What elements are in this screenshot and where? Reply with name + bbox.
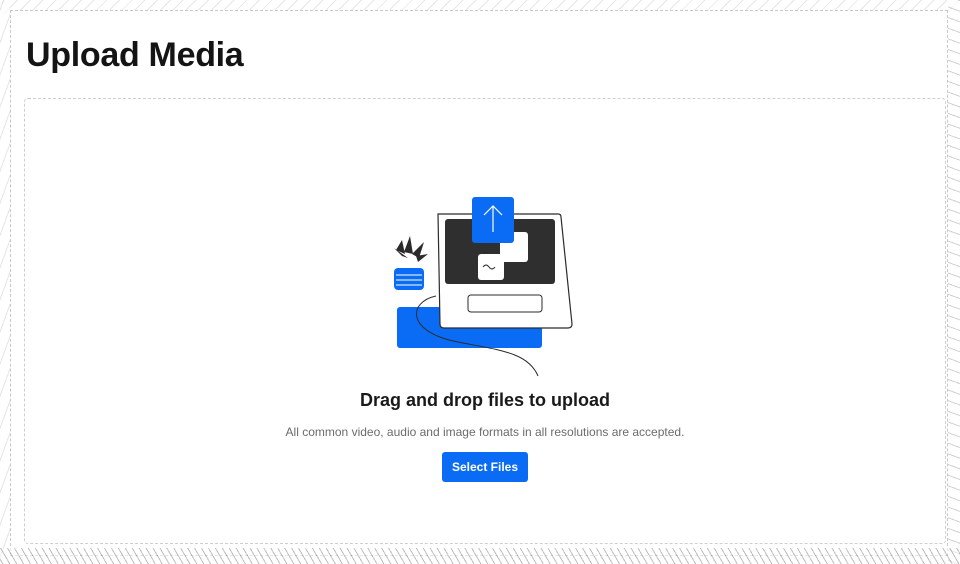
dropzone-subtext: All common video, audio and image format… [285, 425, 685, 439]
torn-edge-right [948, 0, 960, 564]
dropzone-heading: Drag and drop files to upload [359, 390, 610, 410]
page-title: Upload Media [26, 36, 244, 74]
plant-icon [394, 236, 428, 290]
torn-edge-left [0, 0, 10, 564]
select-files-button[interactable]: Select Files [442, 452, 528, 482]
document-card-shape [478, 254, 504, 280]
laptop-upload-illustration [394, 197, 573, 377]
upload-arrow-icon [472, 197, 514, 243]
